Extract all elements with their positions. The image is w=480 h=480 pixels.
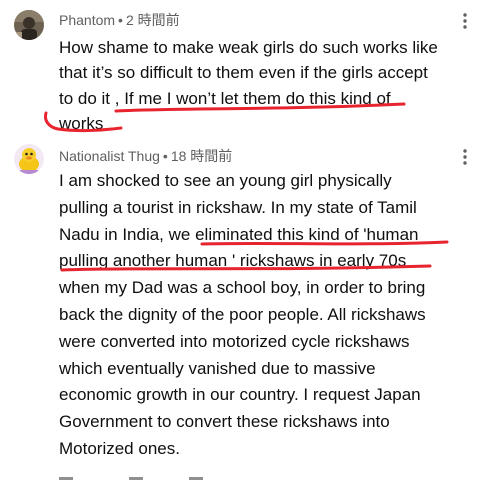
comment-line: were converted into motorized cycle rick…: [59, 331, 410, 351]
comment-timestamp[interactable]: 2 時間前: [126, 12, 180, 28]
comment-line: How shame to make weak girls do such wor…: [59, 38, 438, 57]
profile-photo-icon[interactable]: [14, 10, 44, 40]
comment-meta: Nationalist Thug • 18 時間前: [59, 147, 232, 165]
comment-line: Motorized ones.: [59, 438, 180, 458]
more-vert-icon[interactable]: [460, 12, 470, 30]
comment-line: to do it , If me I won’t let them do thi…: [59, 88, 391, 108]
comment-timestamp[interactable]: 18 時間前: [171, 148, 232, 164]
duck-avatar-icon[interactable]: [14, 144, 44, 174]
comment-line: back the dignity of the poor people. All…: [59, 304, 426, 324]
comment-line: pulling another human ' rickshaws in ear…: [59, 251, 407, 271]
comment-line: when my Dad was a school boy, in order t…: [59, 278, 426, 298]
comment-line: that it’s so difficult to them even if t…: [59, 63, 428, 83]
comment-actions-row: [59, 470, 259, 480]
comment-meta: Phantom • 2 時間前: [59, 11, 180, 29]
meta-separator: •: [162, 148, 168, 164]
comment-line: Nadu in India, we eliminated this kind o…: [59, 224, 419, 244]
comment-body: How shame to make weak girls do such wor…: [59, 35, 474, 136]
author-name[interactable]: Nationalist Thug: [59, 148, 160, 164]
comment-line: Government to convert these rickshaws in…: [59, 412, 390, 432]
comment-line: I am shocked to see an young girl physic…: [59, 171, 392, 190]
comment-line: which eventually vanished due to massive: [59, 358, 376, 378]
meta-separator: •: [118, 12, 123, 28]
comment-body: I am shocked to see an young girl physic…: [59, 168, 474, 463]
comment-line: economic growth in our country. I reques…: [59, 385, 421, 405]
comment-line: works: [59, 113, 104, 133]
author-name[interactable]: Phantom: [59, 12, 115, 28]
comment-line: pulling a tourist in rickshaw. In my sta…: [59, 197, 417, 217]
comment-thread: Phantom • 2 時間前 How shame to make weak gir…: [0, 0, 480, 480]
more-vert-icon[interactable]: [460, 148, 470, 166]
